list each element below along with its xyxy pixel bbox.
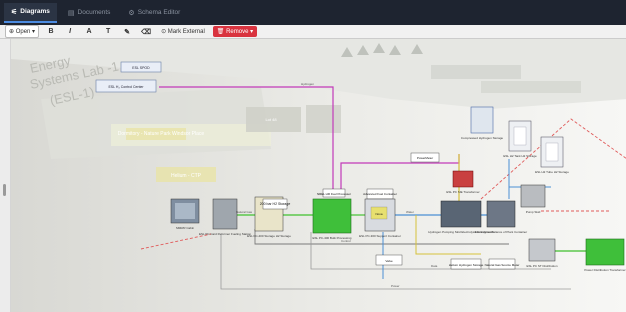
pen-icon: ✎ (124, 28, 131, 36)
node-power-transformer-label: Power Distribution Transformer (584, 268, 625, 272)
node-pump-skid-box (520, 184, 546, 208)
document-icon: ▤ (67, 9, 75, 17)
diagram-icon: ⚟ (11, 8, 18, 16)
node-ng-meter-label: Natural Gas Source Meter (485, 263, 520, 267)
diagram-canvas[interactable]: Energy Systems Lab -1 (ESL-1) ESL SPOD E… (10, 39, 626, 312)
font-size-button[interactable]: A (82, 26, 96, 37)
node-natural-gas-meter[interactable]: Natural Gas Source Meter (485, 258, 520, 270)
node-compressed-box (470, 106, 494, 134)
node-fc400-label: ESL FC-400 Storage H2 Storage (247, 234, 291, 238)
remove-button[interactable]: 🗑 Remove ▾ (212, 26, 258, 37)
node-bop-box (486, 200, 516, 228)
left-scrollbar[interactable] (0, 39, 10, 312)
eraser-button[interactable]: ⌫ (139, 26, 153, 37)
tab-documents-label: Documents (77, 9, 111, 16)
node-power-transformer[interactable]: Power Distribution Transformer (584, 238, 626, 272)
node-transformer-label: ESL PC SIE Transformer (446, 190, 479, 194)
node-h2-tank-vessel (513, 126, 527, 146)
node-st-distribution[interactable]: ESL PC ST Distribution (526, 238, 558, 268)
node-smr-cabin-label: SMR/R Cabin (176, 226, 195, 230)
node-pump-skid-label: Pump Skid (526, 210, 541, 214)
pen-tool-button[interactable]: ✎ (120, 26, 134, 37)
schema-icon: ⚙ (128, 9, 135, 17)
editor-toolbar: ⊕ Open ▾ B I A T ✎ ⌫ ⊙ Mark External 🗑 R… (0, 25, 626, 39)
node-compressed-label: Compressed Hydrogen Storage (461, 136, 504, 140)
node-st-dist-label: ESL PC ST Distribution (526, 264, 557, 268)
node-reformer-label: ESL PC Card Reformer Fueling Station (199, 232, 251, 236)
node-200bar-storage[interactable]: 200 bar H2 Storage (260, 198, 291, 210)
node-esl-spod-label: ESL SPOD (132, 66, 150, 70)
node-skid-box (440, 200, 482, 228)
node-powermeter-label: PowerMeter (417, 156, 433, 160)
bg-label-helium: Helium - CTP (171, 173, 202, 179)
line-label-water: Water (406, 210, 414, 214)
open-button[interactable]: ⊕ Open ▾ (5, 25, 40, 38)
bg-parking-row (431, 65, 521, 79)
node-reformer-box (212, 198, 238, 230)
node-smr-cabin-inner (175, 203, 195, 219)
line-label-control: Control (341, 239, 351, 243)
bg-parking-row-2 (481, 81, 581, 93)
node-helium-storage[interactable]: Helium Hydrogen Storage (449, 258, 484, 270)
line-label-data: Data (431, 264, 438, 268)
eraser-icon: ⌫ (141, 28, 152, 36)
italic-button[interactable]: I (63, 26, 77, 37)
node-transformer-box (452, 170, 474, 188)
node-200bar-label: 200 bar H2 Storage (260, 202, 291, 206)
bg-label-dormitory: Dormitory - Nature Park Windsor Place (118, 131, 205, 137)
trash-icon: 🗑 (216, 29, 225, 35)
top-tab-bar: ⚟ Diagrams ▤ Documents ⚙ Schema Editor (0, 0, 626, 25)
node-control-center-label: ESL H₂ Control Center (108, 85, 144, 89)
node-advanced-fuel-container[interactable]: Advanced Fuel Container (363, 188, 397, 200)
node-h2-tube-vessel (545, 142, 559, 162)
remove-chevron-icon: ▾ (248, 29, 254, 35)
node-h2-tube-label: ESL H2 Tube H2 Storage (535, 170, 569, 174)
node-fuel-processor-label: NREL HR Fuel Processor (317, 192, 351, 196)
node-bulk-box (312, 198, 352, 234)
tab-diagrams-label: Diagrams (20, 8, 50, 15)
line-label-natural-gas: Natural Gas (236, 210, 253, 214)
node-powermeter[interactable]: PowerMeter (410, 152, 440, 163)
open-icon: ⊕ (9, 29, 15, 35)
line-label-hydrogen: Hydrogen (301, 82, 314, 86)
node-bop-label: Electrolyzer Balance of Plant Container (475, 230, 527, 234)
chevron-down-icon: ▾ (30, 29, 36, 35)
site-map-svg: Energy Systems Lab -1 (ESL-1) ESL SPOD E… (11, 39, 626, 312)
node-h2-tank-label: ESL H2 Tank H2 Storage (503, 154, 537, 158)
node-valve[interactable]: Valve (375, 254, 403, 266)
app-window: ⚟ Diagrams ▤ Documents ⚙ Schema Editor ⊕… (0, 0, 626, 312)
tab-schema-editor-label: Schema Editor (137, 9, 181, 16)
bold-button[interactable]: B (44, 26, 58, 37)
tab-diagrams[interactable]: ⚟ Diagrams (4, 2, 57, 23)
line-label-power: Power (391, 284, 400, 288)
remove-button-label: Remove (226, 28, 249, 35)
mark-external-button[interactable]: ⊙ Mark External (158, 26, 208, 37)
text-style-button[interactable]: T (101, 26, 115, 37)
node-support-label: ESL PC-300 Support Container (359, 234, 401, 238)
node-power-transformer-box (585, 238, 625, 266)
open-button-label: Open (15, 28, 31, 35)
scroll-thumb[interactable] (3, 184, 6, 196)
bg-label-lot: Lot 48 (265, 117, 277, 122)
node-nova-label: Nova (375, 212, 382, 216)
node-helium-storage-label: Helium Hydrogen Storage (449, 263, 484, 267)
mark-external-label: Mark External (167, 28, 205, 35)
node-afc-label: Advanced Fuel Container (363, 192, 397, 196)
bg-building-b (306, 105, 341, 133)
tab-schema-editor[interactable]: ⚙ Schema Editor (121, 4, 187, 22)
tab-documents[interactable]: ▤ Documents (61, 4, 118, 22)
node-st-dist-box (528, 238, 556, 262)
external-icon: ⊙ (161, 29, 167, 35)
node-valve-label: Valve (385, 259, 393, 263)
